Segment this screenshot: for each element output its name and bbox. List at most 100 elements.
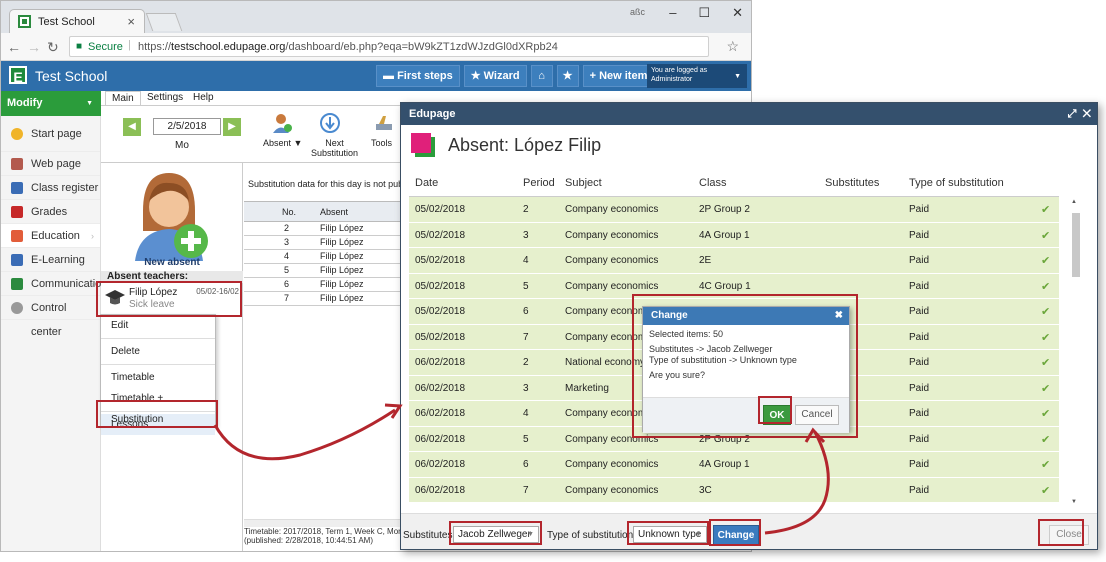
browser-tab[interactable]: Test School × [9,9,145,33]
logged-user-menu[interactable]: You are logged as Administrator ▼ [647,64,747,88]
menu-item-edit[interactable]: Edit [101,315,215,336]
table-row[interactable]: 6 Filip López [244,278,404,292]
table-row[interactable]: 5 Filip López [244,264,404,278]
grid-row[interactable]: 05/02/2018 3 Company economics 4A Group 1 Pa… [409,222,1059,248]
grid-row[interactable]: 06/02/2018 6 Company economics 4A Group 1 Pa… [409,452,1059,478]
url-text: https://testschool.edupage.org/dashboard… [138,41,558,53]
substitutes-label: Substitutes [403,530,453,541]
close-icon[interactable]: ✕ [1083,108,1091,120]
wizard-button[interactable]: ★ Wizard [463,65,527,87]
row-date: 06/02/2018 [415,433,466,445]
close-window-icon[interactable]: ✕ [732,5,743,21]
sidebar-item-control-center[interactable]: Control center [1,296,100,338]
edupage-logo-icon[interactable]: E [9,66,27,85]
sidebar-item-class-register[interactable]: Class register [1,176,100,200]
absent-name: Filip López [320,265,364,275]
tab-help[interactable]: Help [187,91,220,106]
row-type: Paid [909,280,930,292]
vertical-scrollbar[interactable]: ▲ ▼ [1071,199,1081,509]
menu-divider [101,338,215,339]
header-toolbar: ▬ First steps ★ Wizard ⌂ ★ + New item ? [376,65,681,87]
tab-settings[interactable]: Settings [141,91,189,106]
menu-item-timetable[interactable]: Timetable [101,367,215,388]
sidebar-item-web-page[interactable]: Web page [1,152,100,176]
maximize-icon[interactable]: ☐ [698,5,710,21]
absent-button[interactable]: Absent ▼ [263,138,302,148]
highlight-type [627,521,709,545]
table-row[interactable]: 7 Filip López [244,292,404,306]
column-header-substitutes[interactable]: Substitutes [825,177,879,189]
check-icon: ✔ [1041,331,1051,344]
tools-button[interactable]: Tools [371,138,392,148]
check-icon: ✔ [1041,382,1051,395]
row-type: Paid [909,306,930,317]
row-subject: Company economics [565,484,659,496]
check-icon: ✔ [1041,408,1051,420]
resize-icon[interactable]: ⤢ [1068,108,1077,120]
row-period: 7 [523,484,529,496]
chevron-right-icon: › [91,231,94,241]
modify-button[interactable]: Modify ▼ [1,91,101,116]
row-period: 5 [523,280,529,292]
row-type: Paid [909,382,930,394]
sidebar-item-communication[interactable]: Communication › [1,272,107,296]
sidebar-item-education[interactable]: Education › [1,224,100,248]
row-type: Paid [909,204,930,215]
column-header-date[interactable]: Date [415,177,438,189]
first-steps-button[interactable]: ▬ First steps [376,65,460,87]
cancel-button[interactable]: Cancel [795,405,839,425]
previous-day-button[interactable]: ◀ [123,118,141,136]
forward-arrow-icon[interactable]: → [27,39,41,55]
scroll-down-icon[interactable]: ▼ [1071,499,1077,505]
new-absent-avatar-icon[interactable] [129,171,209,261]
grid-row[interactable]: 06/02/2018 7 Company economics 3C Paid ✔ [409,477,1059,503]
sidebar-item-e-learning[interactable]: E-Learning [1,248,100,272]
confirm-title: Change [651,310,688,321]
favorite-star-icon[interactable]: ★ [556,65,579,87]
absent-name: Filip López [320,251,364,261]
scroll-thumb[interactable] [1072,213,1080,277]
app-header: E Test School ▬ First steps ★ Wizard ⌂ ★… [1,61,751,91]
next-day-button[interactable]: ▶ [223,118,241,136]
absent-color-icon [411,133,435,157]
timetable-info: Timetable: 2017/2018, Term 1, Week C, Mo… [244,527,404,545]
close-icon[interactable]: × [127,14,135,29]
menu-item-delete[interactable]: Delete [101,341,215,362]
home-icon[interactable]: ⌂ [530,65,553,87]
new-absent-label[interactable]: New absent [101,257,243,268]
tab-main[interactable]: Main [105,91,141,106]
next-substitution-button[interactable]: Next Substitution [311,138,358,158]
globe-icon [11,158,23,170]
scroll-up-icon[interactable]: ▲ [1071,199,1077,205]
new-item-button[interactable]: + New item [582,65,655,87]
table-row[interactable]: 3 Filip López [244,236,404,250]
table-row[interactable]: 2 Filip López [244,222,404,236]
column-header-period[interactable]: Period [523,177,555,189]
row-date: 06/02/2018 [415,484,466,496]
horizontal-scrollbar[interactable] [244,519,404,527]
row-date: 05/02/2018 [415,229,466,241]
sidebar-item-start-page[interactable]: Start page [1,116,100,152]
reload-icon[interactable]: ↻ [47,39,59,56]
change-type: Type of substitution -> Unknown type [649,355,797,365]
grid-row[interactable]: 05/02/2018 2 Company economics 2P Group 2 Pa… [409,197,1059,223]
grid-row[interactable]: 05/02/2018 4 Company economics 2E Paid ✔ [409,248,1059,274]
sidebar-item-grades[interactable]: Grades [1,200,100,224]
url-input[interactable]: ■ Secure | https://testschool.edupage.or… [69,36,709,57]
dialog-controls: ⤢ ✕ [1068,103,1091,125]
absent-name: Filip López [320,279,364,289]
date-input[interactable]: 2/5/2018 [153,118,221,135]
close-icon[interactable]: ✖ [835,307,843,325]
back-arrow-icon[interactable]: ← [7,39,21,55]
column-header-class[interactable]: Class [699,177,727,189]
row-class: 2E [699,255,712,266]
column-header-type[interactable]: Type of substitution [909,177,1004,189]
row-type: Paid [909,255,930,266]
minimize-icon[interactable]: – [669,5,676,21]
bookmark-star-icon[interactable]: ☆ [726,38,739,55]
table-row[interactable]: 4 Filip López [244,250,404,264]
new-tab-button[interactable] [145,13,183,31]
column-header-subject[interactable]: Subject [565,177,602,189]
type-label: Type of substitution [547,530,634,541]
period-number: 2 [284,223,290,233]
